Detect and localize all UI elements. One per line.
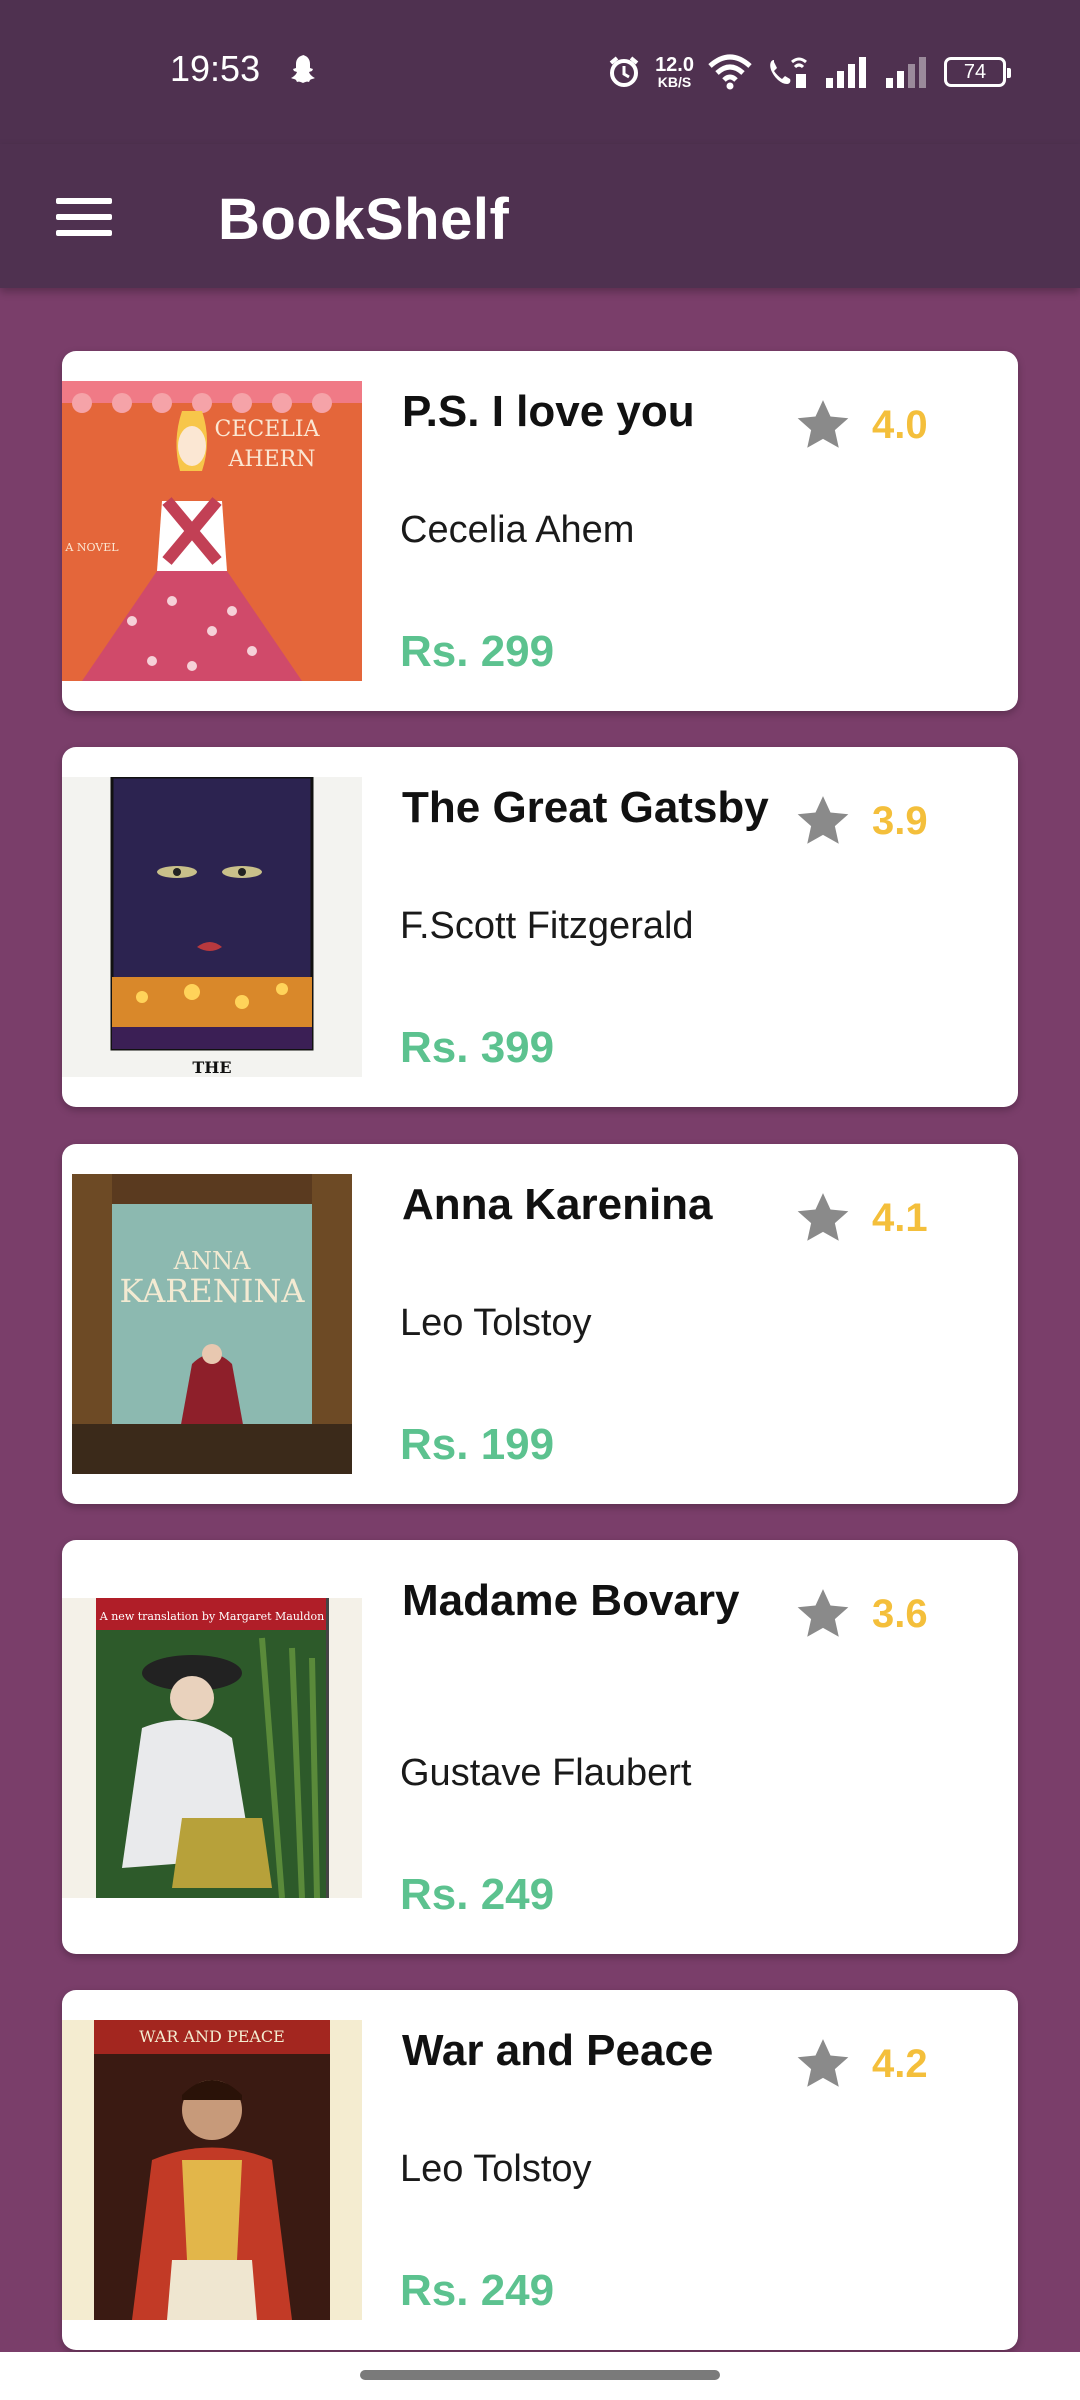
book-card[interactable]: ANNA KARENINA Anna Karenina 4.1 Leo Tols… xyxy=(62,1144,1018,1504)
book-rating: 4.1 xyxy=(872,1196,928,1240)
book-rating: 3.9 xyxy=(872,799,928,843)
wifi-icon xyxy=(708,54,752,90)
book-title: P.S. I love you xyxy=(402,387,695,436)
book-price: Rs. 399 xyxy=(400,1023,555,1072)
star-icon xyxy=(797,400,849,448)
book-rating: 3.6 xyxy=(872,1592,928,1636)
book-card[interactable]: CECELIA AHERN A NOVEL P.S. I love you 4.… xyxy=(62,351,1018,711)
star-icon xyxy=(797,1193,849,1241)
book-author: Cecelia Ahem xyxy=(400,509,635,551)
net-speed: 12.0 KB/S xyxy=(655,55,694,89)
book-cover-image: ANNA KARENINA xyxy=(72,1174,352,1474)
book-author: Gustave Flaubert xyxy=(400,1752,692,1794)
signal-strength-secondary-icon xyxy=(886,57,926,88)
book-card[interactable]: THE The Great Gatsby 3.9 F.Scott Fitzger… xyxy=(62,747,1018,1107)
status-icons: 12.0 KB/S 74 xyxy=(607,50,1011,94)
signal-strength-icon xyxy=(826,57,866,88)
star-icon xyxy=(797,796,849,844)
status-bar: 19:53 12.0 KB/S 74 xyxy=(0,0,1080,144)
snapchat-icon xyxy=(291,55,315,83)
cover-text: ANNA xyxy=(173,1247,251,1275)
status-time: 19:53 xyxy=(170,48,261,89)
battery-level: 74 xyxy=(963,60,987,83)
cover-text: THE xyxy=(192,1058,231,1077)
book-title: War and Peace xyxy=(402,2026,714,2075)
book-list[interactable]: CECELIA AHERN A NOVEL P.S. I love you 4.… xyxy=(0,288,1080,2352)
book-title: Anna Karenina xyxy=(402,1180,713,1229)
star-icon xyxy=(797,2039,849,2087)
cover-text: WAR AND PEACE xyxy=(139,2027,285,2046)
hamburger-menu-icon[interactable] xyxy=(54,186,114,246)
book-card[interactable]: A new translation by Margaret Mauldon Ma… xyxy=(62,1540,1018,1954)
book-author: Leo Tolstoy xyxy=(400,2148,592,2190)
book-price: Rs. 249 xyxy=(400,1870,555,1919)
app-bar: BookShelf xyxy=(0,144,1080,288)
book-price: Rs. 199 xyxy=(400,1420,555,1469)
book-author: Leo Tolstoy xyxy=(400,1302,592,1344)
book-cover-image: WAR AND PEACE xyxy=(62,2020,362,2320)
book-rating: 4.0 xyxy=(872,403,928,447)
book-author: F.Scott Fitzgerald xyxy=(400,905,694,947)
book-cover-image: THE xyxy=(62,777,362,1077)
net-speed-value: 12.0 xyxy=(655,54,694,76)
book-cover-image: A new translation by Margaret Mauldon xyxy=(62,1598,362,1898)
alarm-icon xyxy=(609,56,639,87)
cover-text: KARENINA xyxy=(120,1272,306,1310)
book-price: Rs. 249 xyxy=(400,2266,555,2315)
app-root: 19:53 12.0 KB/S 74 BookShelf CECELIA AHE… xyxy=(0,0,1080,2400)
book-title: Madame Bovary xyxy=(402,1576,740,1625)
app-title: BookShelf xyxy=(218,187,510,252)
book-price: Rs. 299 xyxy=(400,627,555,676)
book-title: The Great Gatsby xyxy=(402,783,769,832)
book-card[interactable]: WAR AND PEACE War and Peace 4.2 Leo Tols… xyxy=(62,1990,1018,2350)
star-icon xyxy=(797,1589,849,1637)
net-speed-unit: KB/S xyxy=(657,74,692,90)
cover-text: CECELIA xyxy=(215,417,321,442)
wifi-calling-icon xyxy=(770,57,807,88)
cover-text: A new translation by Margaret Mauldon xyxy=(99,1610,324,1623)
home-indicator[interactable] xyxy=(360,2370,720,2380)
navigation-bar xyxy=(0,2352,1080,2400)
cover-text: A NOVEL xyxy=(64,541,119,554)
book-cover-image: CECELIA AHERN A NOVEL xyxy=(62,381,362,681)
book-rating: 4.2 xyxy=(872,2042,928,2086)
battery-indicator: 74 xyxy=(944,57,1011,87)
cover-text: AHERN xyxy=(228,447,316,472)
